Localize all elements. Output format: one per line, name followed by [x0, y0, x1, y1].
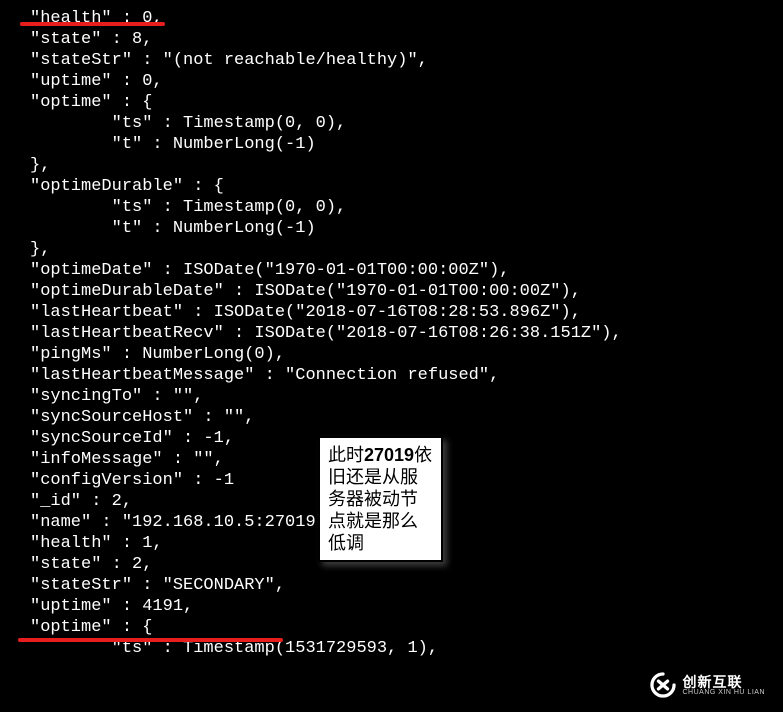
code-line: "t" : NumberLong(-1): [30, 134, 783, 155]
code-line: "optimeDate" : ISODate("1970-01-01T00:00…: [30, 260, 783, 281]
code-line: "optimeDurable" : {: [30, 176, 783, 197]
code-line: "pingMs" : NumberLong(0),: [30, 344, 783, 365]
code-line: "optime" : {: [30, 92, 783, 113]
highlight-underline: [20, 22, 165, 26]
code-line: "optimeDurableDate" : ISODate("1970-01-0…: [30, 281, 783, 302]
annotation-callout: 此时27019依旧还是从服务器被动节点就是那么低调: [318, 436, 443, 562]
code-line: "t" : NumberLong(-1): [30, 218, 783, 239]
code-line: "uptime" : 4191,: [30, 596, 783, 617]
code-line: },: [30, 155, 783, 176]
code-line: "lastHeartbeatMessage" : "Connection ref…: [30, 365, 783, 386]
annotation-port: 27019: [364, 445, 414, 465]
code-line: "ts" : Timestamp(0, 0),: [30, 113, 783, 134]
code-line: "lastHeartbeatRecv" : ISODate("2018-07-1…: [30, 323, 783, 344]
code-line: "syncingTo" : "",: [30, 386, 783, 407]
annotation-prefix: 此时: [328, 445, 364, 465]
code-line: "ts" : Timestamp(0, 0),: [30, 197, 783, 218]
code-line: "stateStr" : "SECONDARY",: [30, 575, 783, 596]
logo-icon: [650, 672, 676, 698]
code-line: "stateStr" : "(not reachable/healthy)",: [30, 50, 783, 71]
logo-text: 创新互联 CHUANG XIN HU LIAN: [682, 675, 765, 696]
code-line: "uptime" : 0,: [30, 71, 783, 92]
watermark-logo: 创新互联 CHUANG XIN HU LIAN: [650, 672, 765, 698]
highlight-underline: [18, 638, 283, 642]
code-line: "lastHeartbeat" : ISODate("2018-07-16T08…: [30, 302, 783, 323]
code-line: "optime" : {: [30, 617, 783, 638]
code-line: "state" : 8,: [30, 29, 783, 50]
code-line: },: [30, 239, 783, 260]
logo-cn: 创新互联: [682, 675, 765, 689]
code-line: "syncSourceHost" : "",: [30, 407, 783, 428]
logo-en: CHUANG XIN HU LIAN: [682, 689, 765, 696]
